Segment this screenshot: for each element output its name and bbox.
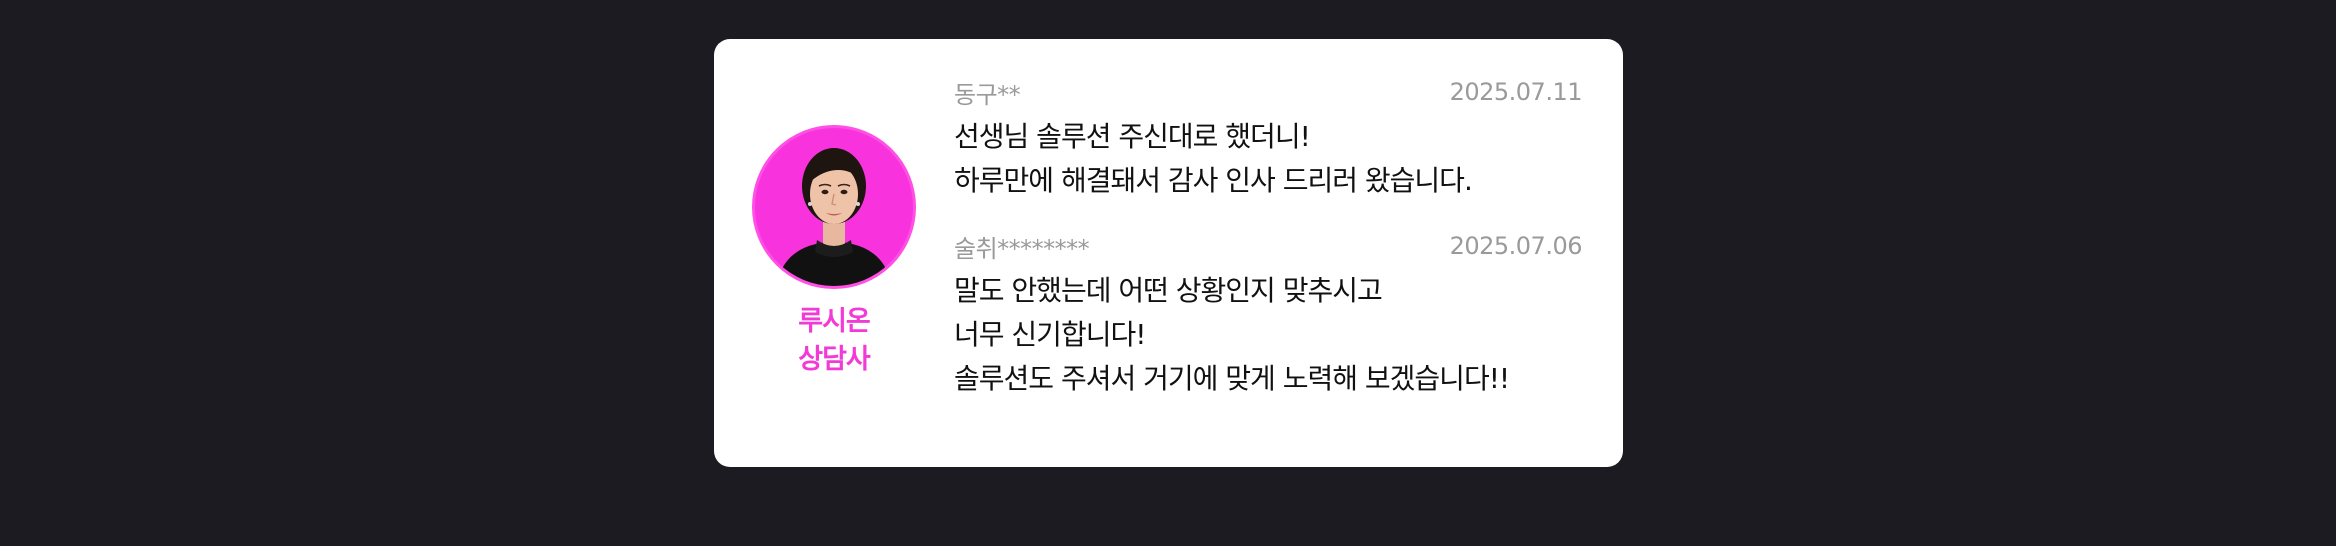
- review-text-line: 솔루션도 주셔서 거기에 맞게 노력해 보겠습니다!!: [954, 362, 1510, 395]
- review-date: 2025.07.11: [1449, 78, 1583, 106]
- review-author: 동구**: [954, 80, 1021, 109]
- counselor-name-line2: 상담사: [798, 344, 871, 375]
- review-list: 동구** 2025.07.11 선생님 솔루션 주신대로 했더니! 하루만에 해…: [954, 78, 1583, 431]
- review-text-line: 선생님 솔루션 주신대로 했더니!: [954, 120, 1311, 153]
- review-date: 2025.07.06: [1449, 232, 1583, 260]
- counselor-name-line1: 루시온: [798, 306, 871, 337]
- review-card: 루시온 상담사 동구** 2025.07.11 선생님 솔루션 주신대로 했더니…: [714, 39, 1623, 467]
- review-item: 동구** 2025.07.11 선생님 솔루션 주신대로 했더니! 하루만에 해…: [954, 78, 1583, 203]
- woman-portrait-icon: [777, 148, 891, 286]
- review-text-line: 너무 신기합니다!: [954, 318, 1146, 351]
- review-header: 술취******** 2025.07.06: [954, 232, 1583, 263]
- review-text-line: 하루만에 해결돼서 감사 인사 드리러 왔습니다.: [954, 164, 1473, 197]
- counselor-profile: 루시온 상담사: [752, 125, 916, 379]
- counselor-avatar: [752, 125, 916, 289]
- review-author: 술취********: [954, 234, 1090, 263]
- counselor-name: 루시온 상담사: [752, 303, 916, 379]
- review-header: 동구** 2025.07.11: [954, 78, 1583, 109]
- review-text: 말도 안했는데 어떤 상황인지 맞추시고 너무 신기합니다! 솔루션도 주셔서 …: [954, 269, 1582, 401]
- review-text: 선생님 솔루션 주신대로 했더니! 하루만에 해결돼서 감사 인사 드리러 왔습…: [954, 115, 1582, 203]
- review-item: 술취******** 2025.07.06 말도 안했는데 어떤 상황인지 맞추…: [954, 232, 1583, 401]
- review-text-line: 말도 안했는데 어떤 상황인지 맞추시고: [954, 274, 1383, 307]
